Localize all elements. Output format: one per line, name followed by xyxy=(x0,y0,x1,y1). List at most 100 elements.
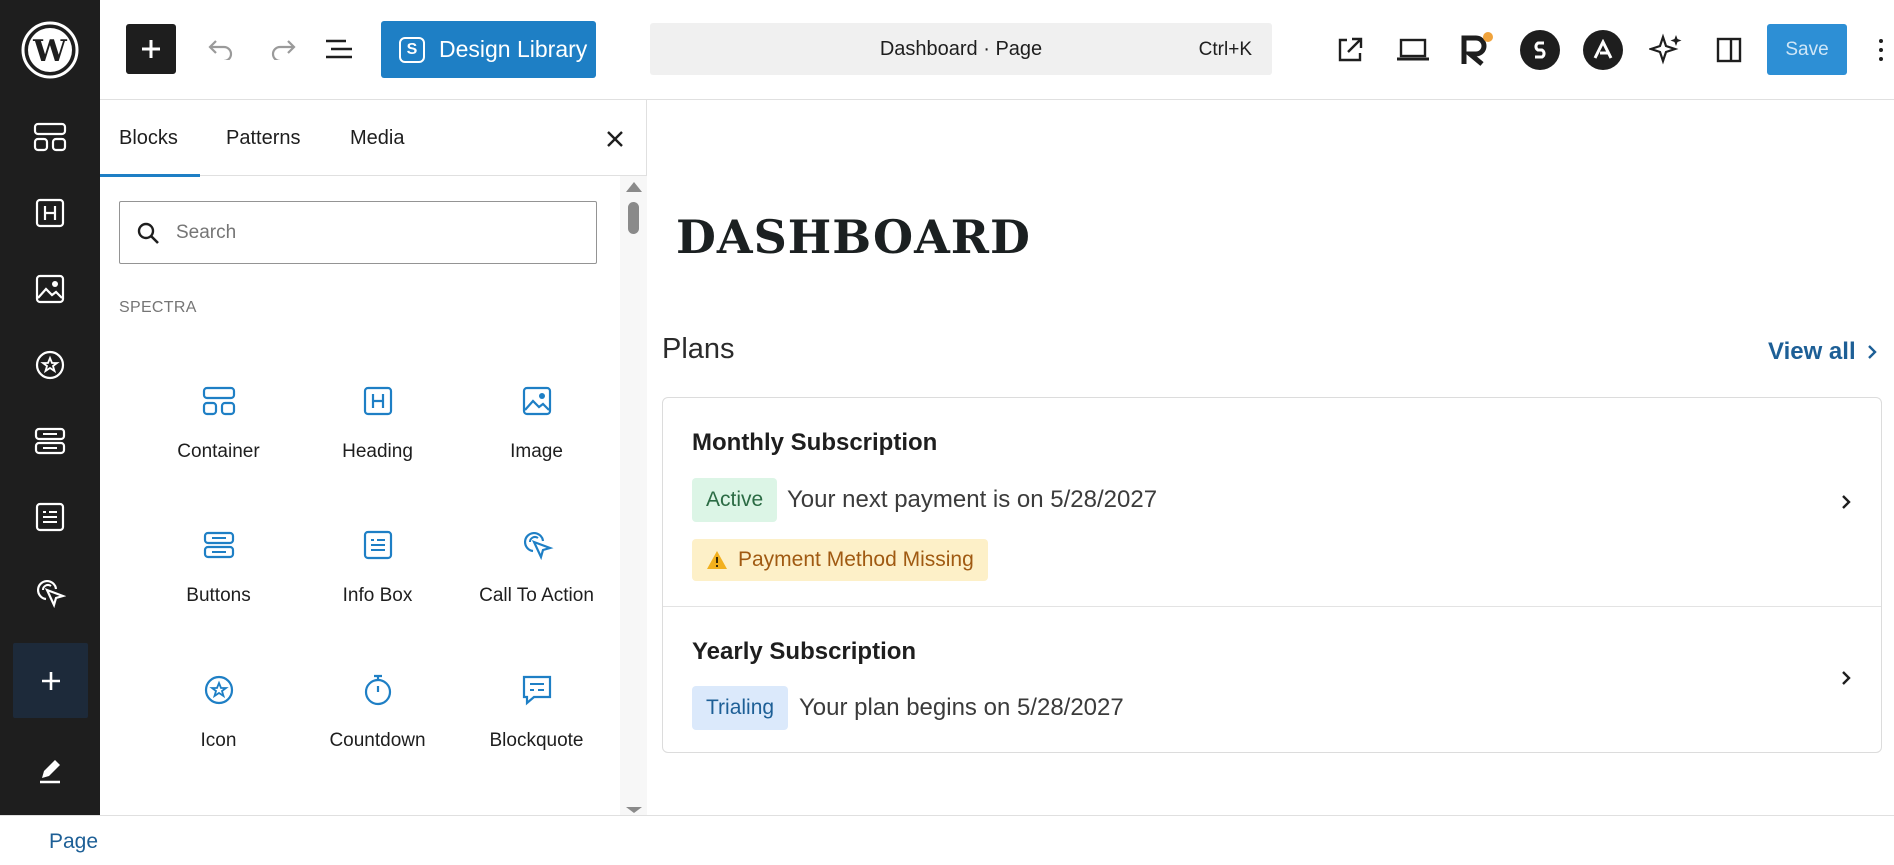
astra-logo-icon xyxy=(1583,30,1623,70)
chevron-right-icon xyxy=(1842,495,1851,509)
block-label: Container xyxy=(177,441,260,462)
tab-media[interactable]: Media xyxy=(350,100,404,176)
scroll-down-arrow[interactable] xyxy=(626,807,642,813)
chevron-right-icon xyxy=(1842,671,1851,685)
heading-icon xyxy=(35,198,65,228)
search-input[interactable] xyxy=(176,202,576,263)
more-vertical-dot xyxy=(1879,39,1883,43)
close-icon xyxy=(607,131,623,147)
command-palette-bar[interactable]: Dashboard · Page Ctrl+K xyxy=(650,23,1272,75)
block-label: Call To Action xyxy=(479,585,594,606)
view-page-button[interactable] xyxy=(1325,25,1375,75)
design-library-button[interactable]: S Design Library xyxy=(381,21,596,78)
buttons-icon xyxy=(197,523,241,567)
rail-buttons-button[interactable] xyxy=(25,416,75,466)
rail-heading-button[interactable] xyxy=(25,188,75,238)
list-view-icon xyxy=(326,39,352,59)
block-info-box[interactable]: Info Box xyxy=(300,505,455,635)
info-box-icon xyxy=(356,523,400,567)
search-icon xyxy=(137,222,159,244)
scroll-up-arrow[interactable] xyxy=(626,182,642,192)
container-icon xyxy=(33,122,67,152)
block-search xyxy=(119,201,597,264)
spectra-quick-action-rail xyxy=(0,100,100,815)
settings-sidebar-button[interactable] xyxy=(1704,25,1754,75)
block-countdown[interactable]: Countdown xyxy=(300,650,455,780)
block-image[interactable]: Image xyxy=(459,361,614,491)
svg-text:W: W xyxy=(32,34,68,69)
tab-blocks[interactable]: Blocks xyxy=(100,100,200,177)
view-all-link[interactable]: View all xyxy=(1768,338,1878,366)
block-container[interactable]: Container xyxy=(141,361,296,491)
redo-icon xyxy=(271,40,296,60)
document-overview-button[interactable] xyxy=(314,24,364,74)
rail-icon-button[interactable] xyxy=(25,340,75,390)
block-label: Icon xyxy=(200,730,237,751)
document-title: Dashboard · Page xyxy=(879,38,1043,60)
warning-icon xyxy=(707,551,727,569)
scroll-thumb[interactable] xyxy=(628,202,639,234)
ai-assistant-button[interactable] xyxy=(1641,25,1691,75)
save-button[interactable]: Save xyxy=(1767,24,1847,75)
panel-scrollbar[interactable] xyxy=(620,176,647,815)
status-badge: Trialing xyxy=(692,686,789,730)
rail-call-to-action-button[interactable] xyxy=(25,568,75,618)
plus-icon xyxy=(41,671,60,690)
rail-container-button[interactable] xyxy=(25,112,75,162)
info-box-icon xyxy=(35,502,65,532)
editor-header: W S Design Library Dashboard · Page Ctrl… xyxy=(0,0,1894,100)
device-preview-button[interactable] xyxy=(1388,25,1438,75)
plan-row-yearly[interactable]: Yearly Subscription Trialing Your plan b… xyxy=(663,607,1881,752)
command-shortcut: Ctrl+K xyxy=(1198,39,1252,60)
redo-button[interactable] xyxy=(258,24,308,74)
heading-icon xyxy=(356,379,400,423)
r-logo-icon xyxy=(1461,32,1493,66)
block-label: Countdown xyxy=(329,730,426,751)
plugin-r-button[interactable] xyxy=(1451,25,1501,75)
plans-list: Monthly Subscription Active Your next pa… xyxy=(662,397,1882,753)
block-label: Info Box xyxy=(342,585,413,606)
spectra-logo-icon xyxy=(1520,30,1560,70)
laptop-icon xyxy=(1397,38,1429,61)
spectra-button[interactable] xyxy=(1515,25,1565,75)
plan-description: Your plan begins on 5/28/2027 xyxy=(799,694,1124,721)
call-to-action-icon xyxy=(37,580,66,609)
block-icon[interactable]: Icon xyxy=(141,650,296,780)
sidebar-toggle-icon xyxy=(1716,37,1742,63)
block-blockquote[interactable]: Blockquote xyxy=(459,650,614,780)
options-menu-button[interactable] xyxy=(1868,30,1894,70)
payment-warning-badge: Payment Method Missing xyxy=(692,539,988,581)
inserter-tabs: Blocks Patterns Media xyxy=(100,100,647,177)
block-call-to-action[interactable]: Call To Action xyxy=(459,505,614,635)
block-label: Heading xyxy=(342,441,413,462)
call-to-action-icon xyxy=(515,523,559,567)
block-heading[interactable]: Heading xyxy=(300,361,455,491)
design-library-label: Design Library xyxy=(439,36,588,62)
block-buttons[interactable]: Buttons xyxy=(141,505,296,635)
chevron-right-icon xyxy=(1867,345,1877,359)
block-breadcrumb-bar: Page xyxy=(0,815,1894,865)
rail-info-box-button[interactable] xyxy=(25,492,75,542)
undo-button[interactable] xyxy=(196,24,246,74)
plus-icon xyxy=(142,40,160,58)
close-inserter-button[interactable] xyxy=(590,114,640,164)
block-inserter-toggle-button[interactable] xyxy=(126,24,176,74)
plan-name: Monthly Subscription xyxy=(692,429,938,456)
plan-open-chevron[interactable] xyxy=(1831,663,1861,693)
rail-image-button[interactable] xyxy=(25,264,75,314)
image-icon xyxy=(35,274,65,304)
more-vertical-dot xyxy=(1879,48,1883,52)
wordpress-logo-button[interactable]: W xyxy=(0,0,100,100)
page-title[interactable]: DASHBOARD xyxy=(676,210,1031,264)
rail-add-block-button[interactable] xyxy=(13,643,88,718)
tab-patterns[interactable]: Patterns xyxy=(226,100,300,176)
category-heading: SPECTRA xyxy=(119,299,197,316)
plan-open-chevron[interactable] xyxy=(1831,487,1861,517)
breadcrumb-page[interactable]: Page xyxy=(49,830,98,854)
rail-edit-button[interactable] xyxy=(25,745,75,795)
status-badge: Active xyxy=(692,478,778,522)
plan-row-monthly[interactable]: Monthly Subscription Active Your next pa… xyxy=(663,398,1881,607)
astra-button[interactable] xyxy=(1578,25,1628,75)
buttons-icon xyxy=(34,427,66,455)
spectra-s-icon: S xyxy=(399,36,425,63)
